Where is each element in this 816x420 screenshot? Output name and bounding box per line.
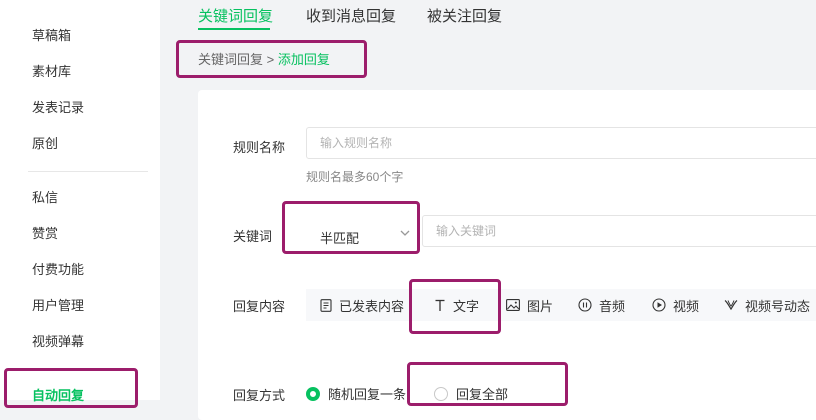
breadcrumb-parent[interactable]: 关键词回复 [198,52,263,67]
audio-icon [578,298,592,312]
rule-name-input[interactable] [307,128,816,158]
active-tab-indicator [198,28,270,30]
reply-type-channels[interactable]: 视频号动态 [724,289,810,321]
radio-selected-icon[interactable] [306,386,320,401]
breadcrumb: 关键词回复 > 添加回复 [198,49,330,68]
tab-keyword-reply[interactable]: 关键词回复 [198,5,273,26]
rule-name-label: 规则名称 [233,140,286,155]
reply-type-image-label: 图片 [527,298,554,314]
sidebar-item-auto-reply[interactable]: 自动回复 [32,387,84,405]
reply-type-video-label: 视频 [673,298,700,314]
reply-mode-all-option[interactable]: 回复全部 [434,384,508,403]
radio-unselected-icon[interactable] [434,386,448,401]
sidebar-item-materials[interactable]: 素材库 [32,63,71,81]
reply-type-published-label: 已发表内容 [339,298,405,314]
breadcrumb-current: 添加回复 [277,52,330,67]
reply-type-channels-label: 视频号动态 [745,298,811,314]
sidebar-item-paid-features[interactable]: 付费功能 [32,261,84,279]
reply-mode-all-label: 回复全部 [456,387,509,402]
sidebar-item-drafts[interactable]: 草稿箱 [32,27,71,45]
reply-mode-random-option[interactable]: 随机回复一条 [306,384,406,403]
keyword-field[interactable] [422,215,816,247]
sidebar-item-publish-records[interactable]: 发表记录 [32,99,84,117]
reply-type-video[interactable]: 视频 [652,289,699,321]
rule-name-field[interactable] [306,127,816,159]
tab-message-reply[interactable]: 收到消息回复 [306,5,396,26]
keyword-label: 关键词 [233,229,273,244]
sidebar-divider [28,171,148,172]
reply-type-audio-label: 音频 [599,298,626,314]
document-icon [320,298,332,312]
sidebar-item-messages[interactable]: 私信 [32,189,58,207]
sidebar-item-user-management[interactable]: 用户管理 [32,297,84,315]
image-icon [506,299,520,311]
reply-type-image[interactable]: 图片 [506,289,553,321]
match-mode-value: 半匹配 [320,231,360,246]
rule-name-hint: 规则名最多60个字 [306,170,404,184]
reply-content-label: 回复内容 [233,299,286,314]
video-icon [652,298,666,312]
sidebar: 草稿箱 素材库 发表记录 原创 私信 赞赏 付费功能 用户管理 视频弹幕 自动回… [0,0,160,403]
breadcrumb-separator: > [263,52,278,67]
match-mode-select[interactable]: 半匹配 [290,213,416,253]
reply-type-published[interactable]: 已发表内容 [320,289,404,321]
sidebar-item-video-danmaku[interactable]: 视频弹幕 [32,333,84,351]
sidebar-item-rewards[interactable]: 赞赏 [32,225,58,243]
tab-follow-reply[interactable]: 被关注回复 [427,5,502,26]
reply-mode-label: 回复方式 [233,388,286,403]
reply-type-text[interactable]: 文字 [434,289,479,321]
reply-type-audio[interactable]: 音频 [578,289,625,321]
reply-type-text-label: 文字 [453,298,480,314]
sidebar-item-original[interactable]: 原创 [32,135,58,153]
reply-type-bar: 已发表内容 文字 图片 音频 视频 视频号动态 [306,289,816,321]
channels-icon [724,300,738,311]
reply-mode-random-label: 随机回复一条 [328,387,407,402]
text-icon [435,299,445,311]
keyword-input[interactable] [423,216,816,246]
chevron-down-icon [400,230,410,236]
